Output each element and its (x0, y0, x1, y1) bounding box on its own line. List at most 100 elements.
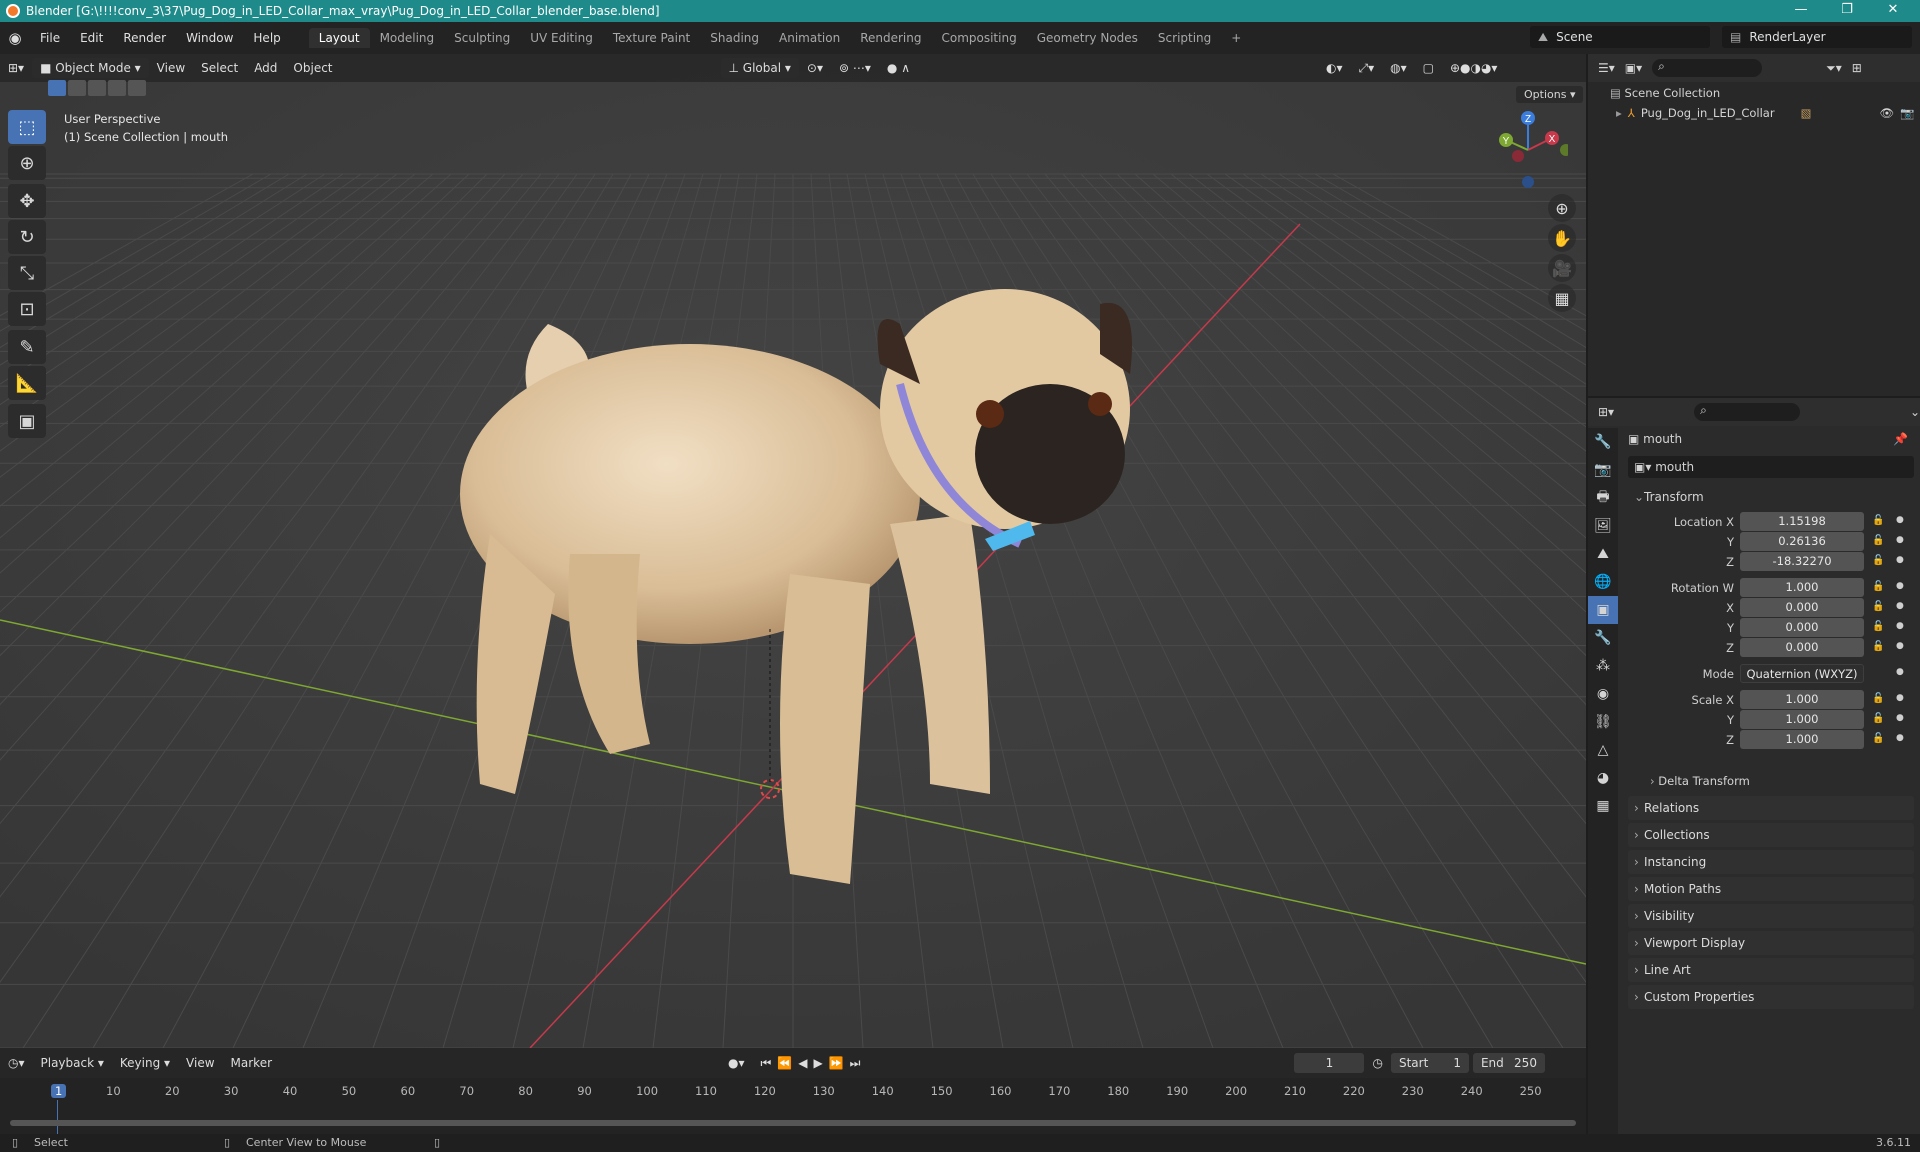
select-new-icon[interactable] (48, 80, 66, 96)
lock-icon[interactable]: 🔓 (1872, 621, 1884, 632)
zoom-icon[interactable]: ⊕ (1548, 194, 1576, 222)
xray-icon[interactable]: ▢ (1415, 58, 1442, 78)
tab-scripting[interactable]: Scripting (1148, 28, 1221, 48)
object-name-field[interactable]: ▣▾ mouth (1628, 456, 1914, 478)
section-relations[interactable]: Relations (1628, 796, 1914, 820)
add-cube-icon[interactable]: ▣ (8, 404, 46, 438)
select-invert-icon[interactable] (108, 80, 126, 96)
current-frame-marker[interactable]: 1 (51, 1084, 67, 1098)
start-frame-field[interactable]: Start 1 (1390, 1053, 1469, 1073)
editor-type-icon[interactable]: ⊞▾ (0, 58, 32, 78)
keyframe-dot-icon[interactable]: ● (1896, 535, 1904, 545)
keyframe-dot-icon[interactable]: ● (1896, 601, 1904, 611)
3d-viewport[interactable]: ⊞▾ ■ Object Mode ▾ View Select Add Objec… (0, 54, 1586, 1048)
add-workspace-button[interactable]: + (1221, 28, 1251, 48)
section-line-art[interactable]: Line Art (1628, 958, 1914, 982)
filter-icon[interactable]: ⏷▾ (1826, 61, 1842, 76)
menu-file[interactable]: File (30, 31, 70, 45)
tab-geometry-nodes[interactable]: Geometry Nodes (1027, 28, 1148, 48)
lock-icon[interactable]: 🔓 (1872, 515, 1884, 526)
properties-editor-icon[interactable]: ⊞▾ (1598, 405, 1614, 419)
outliner-item[interactable]: ▸ ⅄ Pug_Dog_in_LED_Collar ▧ 👁 📷 (1616, 106, 1916, 120)
object-browse-icon[interactable]: ▣▾ (1634, 460, 1655, 474)
navigation-gizmo[interactable]: Z X Y (1488, 110, 1568, 190)
camera-render-icon[interactable]: 📷 (1900, 106, 1914, 120)
options-button[interactable]: Options ▾ (1516, 86, 1584, 103)
section-visibility[interactable]: Visibility (1628, 904, 1914, 928)
proportional-edit-icon[interactable]: ● ∧ (879, 58, 918, 78)
material-tab-icon[interactable]: ◕ (1588, 764, 1618, 792)
lock-icon[interactable]: 🔓 (1872, 713, 1884, 724)
keyframe-dot-icon[interactable]: ● (1896, 555, 1904, 565)
orientation-selector[interactable]: ⊥ Global ▾ (720, 58, 799, 78)
keyframe-dot-icon[interactable]: ● (1896, 581, 1904, 591)
output-tab-icon[interactable]: 🖶 (1588, 484, 1618, 512)
lock-icon[interactable]: 🔓 (1872, 581, 1884, 592)
display-mode-icon[interactable]: ▣▾ (1625, 61, 1642, 75)
data-tab-icon[interactable]: △ (1588, 736, 1618, 764)
mode-selector[interactable]: ■ Object Mode ▾ (32, 58, 149, 78)
select-intersect-icon[interactable] (128, 80, 146, 96)
outliner-search-input[interactable]: ⌕ (1652, 59, 1763, 77)
eye-icon[interactable]: 👁 (1879, 106, 1894, 120)
viewport-menu-view[interactable]: View (149, 58, 193, 78)
move-icon[interactable]: ✥ (8, 184, 46, 218)
lock-icon[interactable]: 🔓 (1872, 693, 1884, 704)
scale-y-field[interactable]: 1.000 (1740, 710, 1864, 729)
section-motion-paths[interactable]: Motion Paths (1628, 877, 1914, 901)
rotation-mode-dropdown[interactable]: Quaternion (WXYZ) ⌄ (1740, 664, 1864, 700)
location-z-field[interactable]: -18.32270 (1740, 552, 1864, 571)
end-frame-field[interactable]: End 250 (1472, 1053, 1545, 1073)
lock-icon[interactable]: 🔓 (1872, 641, 1884, 652)
rotate-icon[interactable]: ↻ (8, 220, 46, 254)
timeline-menu-marker[interactable]: Marker (223, 1053, 280, 1073)
outliner-editor-icon[interactable]: ☰▾ (1598, 61, 1615, 75)
properties-options-icon[interactable]: ⌄ (1910, 405, 1920, 419)
snap-icon[interactable]: ⊚ ⋯▾ (831, 58, 879, 78)
scale-icon[interactable]: ⤡ (8, 256, 46, 290)
close-button[interactable]: ✕ (1870, 0, 1916, 22)
minimize-button[interactable]: — (1778, 0, 1824, 22)
keyframe-dot-icon[interactable]: ● (1896, 641, 1904, 651)
section-instancing[interactable]: Instancing (1628, 850, 1914, 874)
playback-controls-icon[interactable]: ⏮⏪◀▶⏩⏭ (753, 1053, 875, 1074)
pan-hand-icon[interactable]: ✋ (1548, 224, 1576, 252)
tab-layout[interactable]: Layout (308, 28, 370, 48)
delta-transform-subpanel[interactable]: › Delta Transform (1650, 774, 1750, 788)
overlay-toggle-icon[interactable]: ◍▾ (1382, 58, 1415, 78)
timeline-editor-icon[interactable]: ◷▾ (0, 1053, 33, 1073)
rotation-x-field[interactable]: 0.000 (1740, 598, 1864, 617)
maximize-button[interactable]: ❐ (1824, 0, 1870, 22)
viewport-menu-object[interactable]: Object (285, 58, 340, 78)
menu-window[interactable]: Window (176, 31, 243, 45)
tab-texture-paint[interactable]: Texture Paint (603, 28, 700, 48)
transform-icon[interactable]: ⊡ (8, 292, 46, 326)
transform-section-header[interactable]: ⌄ Transform (1628, 486, 1914, 508)
gizmo-toggle-icon[interactable]: ⤢▾ (1350, 58, 1382, 79)
clock-icon[interactable]: ◷ (1364, 1053, 1390, 1073)
menu-render[interactable]: Render (113, 31, 176, 45)
scale-x-field[interactable]: 1.000 (1740, 690, 1864, 709)
view-layer-selector[interactable]: ▤ RenderLayer (1722, 26, 1912, 48)
scene-selector[interactable]: ⛰ Scene (1530, 26, 1710, 48)
measure-icon[interactable]: 📐 (8, 366, 46, 400)
tool-tab-icon[interactable]: 🔧 (1588, 428, 1618, 456)
keyframe-dot-icon[interactable]: ● (1896, 515, 1904, 525)
shading-modes-icon[interactable]: ⊕●◑◕▾ (1442, 58, 1506, 78)
keyframe-dot-icon[interactable]: ● (1896, 713, 1904, 723)
rotation-w-field[interactable]: 1.000 (1740, 578, 1864, 597)
section-viewport-display[interactable]: Viewport Display (1628, 931, 1914, 955)
blender-menu-icon[interactable]: ◉ (0, 29, 30, 47)
scene-tab-icon[interactable]: ⛰ (1588, 540, 1618, 568)
tab-uv-editing[interactable]: UV Editing (520, 28, 603, 48)
particles-tab-icon[interactable]: ⁂ (1588, 652, 1618, 680)
physics-tab-icon[interactable]: ◉ (1588, 680, 1618, 708)
scale-z-field[interactable]: 1.000 (1740, 730, 1864, 749)
keyframe-dot-icon[interactable]: ● (1896, 733, 1904, 743)
select-extend-icon[interactable] (68, 80, 86, 96)
timeline-menu-view[interactable]: View (178, 1053, 222, 1073)
location-x-field[interactable]: 1.15198 (1740, 512, 1864, 531)
timeline-menu-keying[interactable]: Keying ▾ (112, 1053, 178, 1073)
keyframe-dot-icon[interactable]: ● (1896, 621, 1904, 631)
object-tab-icon[interactable]: ▣ (1588, 596, 1618, 624)
